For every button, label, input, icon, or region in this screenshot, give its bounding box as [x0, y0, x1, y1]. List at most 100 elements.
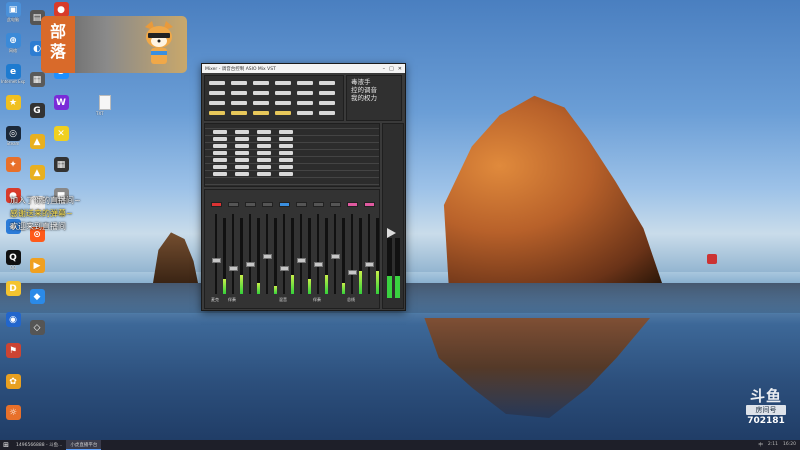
desktop-shortcut[interactable]: D — [2, 281, 24, 307]
channel-mute-button[interactable] — [245, 202, 256, 207]
desktop-shortcut[interactable]: ✿ — [2, 374, 24, 400]
fader-knob[interactable] — [297, 258, 306, 263]
routing-toggle[interactable] — [231, 111, 247, 115]
routing-toggle[interactable] — [209, 111, 225, 115]
routing-toggle[interactable] — [209, 91, 225, 95]
matrix-cell[interactable] — [213, 151, 227, 155]
routing-toggle[interactable] — [275, 101, 291, 105]
routing-toggle[interactable] — [319, 91, 335, 95]
fader-knob[interactable] — [212, 258, 221, 263]
matrix-cell[interactable] — [235, 165, 249, 169]
minimize-icon[interactable]: – — [383, 66, 386, 72]
channel-mute-button[interactable] — [347, 202, 358, 207]
desktop-shortcut[interactable]: ◎ Steam — [2, 126, 24, 152]
desktop-shortcut[interactable]: ⊕ 网络 — [2, 33, 24, 59]
channel-mute-button[interactable] — [364, 202, 375, 207]
matrix-cell[interactable] — [257, 165, 271, 169]
routing-toggle[interactable] — [297, 101, 313, 105]
matrix-cell[interactable] — [235, 158, 249, 162]
matrix-cell[interactable] — [279, 144, 293, 148]
channel-mute-button[interactable] — [296, 202, 307, 207]
matrix-cell[interactable] — [257, 172, 271, 176]
fader-knob[interactable] — [263, 254, 272, 259]
routing-toggle[interactable] — [319, 81, 335, 85]
routing-toggle[interactable] — [275, 91, 291, 95]
routing-toggle[interactable] — [231, 101, 247, 105]
routing-toggle[interactable] — [209, 101, 225, 105]
desktop-shortcut[interactable]: ◉ — [2, 312, 24, 338]
fader-knob[interactable] — [348, 270, 357, 275]
desktop-shortcut[interactable]: W — [50, 95, 72, 121]
matrix-cell[interactable] — [213, 137, 227, 141]
routing-toggle[interactable] — [253, 101, 269, 105]
windows-start-icon[interactable]: ⊞ — [0, 440, 12, 450]
routing-toggle[interactable] — [209, 81, 225, 85]
play-icon[interactable] — [387, 228, 396, 238]
desktop-shortcut[interactable]: ⚑ — [2, 343, 24, 369]
channel-mute-button[interactable] — [211, 202, 222, 207]
desktop-shortcut[interactable]: ◇ — [26, 320, 48, 346]
routing-toggle[interactable] — [319, 101, 335, 105]
desktop-app-icon[interactable] — [707, 254, 717, 264]
desktop-shortcut[interactable]: ▶ — [26, 258, 48, 284]
channel-mute-button[interactable] — [330, 202, 341, 207]
matrix-cell[interactable] — [213, 130, 227, 134]
channel-mute-button[interactable] — [262, 202, 273, 207]
channel-mute-button[interactable] — [313, 202, 324, 207]
desktop-shortcut[interactable]: G — [26, 103, 48, 129]
fader-knob[interactable] — [365, 262, 374, 267]
routing-toggle[interactable] — [253, 81, 269, 85]
desktop-shortcut[interactable]: ☼ — [2, 405, 24, 431]
routing-toggle[interactable] — [253, 91, 269, 95]
maximize-icon[interactable]: □ — [389, 66, 394, 72]
desktop-shortcut[interactable]: ✦ — [2, 157, 24, 183]
mixer-matrix[interactable] — [204, 123, 380, 187]
matrix-cell[interactable] — [257, 151, 271, 155]
taskbar-item-douyu[interactable]: 1496566888 - 斗鱼... — [12, 440, 66, 450]
routing-toggle[interactable] — [231, 91, 247, 95]
desktop-shortcut[interactable]: Q QQ — [2, 250, 24, 276]
routing-toggle[interactable] — [297, 91, 313, 95]
matrix-cell[interactable] — [279, 172, 293, 176]
routing-toggle[interactable] — [253, 111, 269, 115]
desktop-shortcut[interactable]: ▲ — [26, 134, 48, 160]
mixer-window[interactable]: Mixer - 调音台控制 ASIO Mix VST – □ ✕ 毒液手 控的调… — [201, 63, 406, 311]
desktop-shortcut[interactable]: ▣ 此电脑 — [2, 2, 24, 28]
routing-toggle[interactable] — [297, 81, 313, 85]
matrix-cell[interactable] — [213, 172, 227, 176]
matrix-cell[interactable] — [257, 144, 271, 148]
matrix-cell[interactable] — [213, 144, 227, 148]
fader-knob[interactable] — [314, 262, 323, 267]
routing-toggle[interactable] — [319, 111, 335, 115]
ime-indicator[interactable]: 中 — [758, 442, 763, 448]
taskbar-item-stream[interactable]: 小虎直播平台 — [66, 440, 102, 450]
matrix-cell[interactable] — [257, 158, 271, 162]
routing-toggle[interactable] — [231, 81, 247, 85]
channel-mute-button[interactable] — [279, 202, 290, 207]
routing-toggle[interactable] — [275, 81, 291, 85]
mixer-titlebar[interactable]: Mixer - 调音台控制 ASIO Mix VST – □ ✕ — [202, 64, 405, 73]
desktop-shortcut[interactable]: ◆ — [26, 289, 48, 315]
matrix-cell[interactable] — [279, 165, 293, 169]
matrix-cell[interactable] — [235, 130, 249, 134]
matrix-cell[interactable] — [279, 130, 293, 134]
close-icon[interactable]: ✕ — [398, 66, 402, 72]
mixer-routing-panel[interactable] — [204, 75, 344, 121]
desktop-shortcut[interactable]: ▦ — [26, 72, 48, 98]
matrix-cell[interactable] — [235, 137, 249, 141]
fader-knob[interactable] — [246, 262, 255, 267]
desktop-shortcut[interactable]: ★ — [2, 95, 24, 121]
desktop-shortcut[interactable]: ▦ — [50, 157, 72, 183]
matrix-cell[interactable] — [235, 151, 249, 155]
matrix-cell[interactable] — [257, 137, 271, 141]
routing-toggle[interactable] — [275, 111, 291, 115]
desktop-shortcut[interactable]: ▲ — [26, 165, 48, 191]
fader-knob[interactable] — [229, 266, 238, 271]
desktop-shortcut[interactable]: ✕ — [50, 126, 72, 152]
fader-knob[interactable] — [280, 266, 289, 271]
channel-mute-button[interactable] — [228, 202, 239, 207]
matrix-cell[interactable] — [213, 165, 227, 169]
text-file-icon[interactable] — [99, 95, 111, 110]
matrix-cell[interactable] — [279, 137, 293, 141]
matrix-cell[interactable] — [279, 158, 293, 162]
